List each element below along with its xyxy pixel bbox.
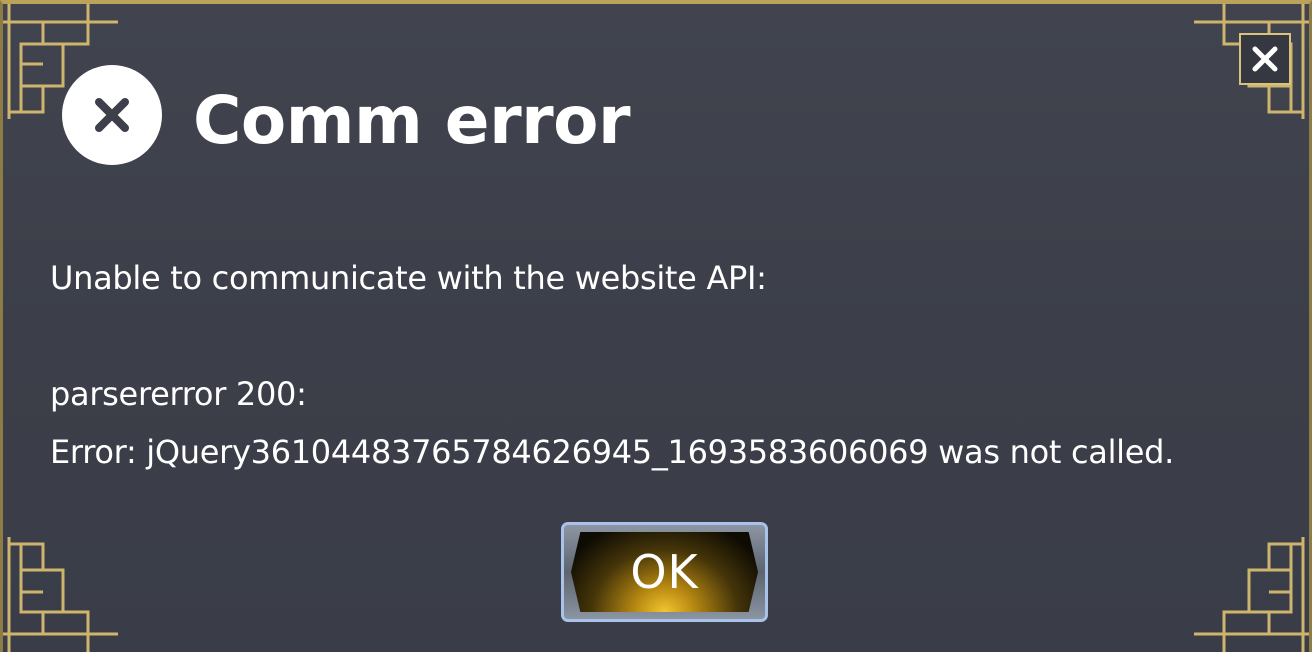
error-message-line: parsererror 200: bbox=[50, 375, 307, 413]
error-message-line: Unable to communicate with the website A… bbox=[50, 259, 767, 297]
ok-button-label: OK bbox=[630, 545, 699, 599]
error-x-icon bbox=[62, 65, 162, 165]
ok-button[interactable]: OK bbox=[561, 522, 768, 622]
error-dialog: Comm error Unable to communicate with th… bbox=[0, 0, 1312, 652]
dialog-title: Comm error bbox=[193, 82, 631, 159]
close-icon bbox=[1252, 46, 1278, 72]
error-message-line: Error: jQuery36104483765784626945_169358… bbox=[50, 433, 1175, 471]
corner-ornament-bottom-right bbox=[1194, 537, 1309, 652]
close-button[interactable] bbox=[1239, 33, 1291, 85]
corner-ornament-bottom-left bbox=[3, 537, 118, 652]
